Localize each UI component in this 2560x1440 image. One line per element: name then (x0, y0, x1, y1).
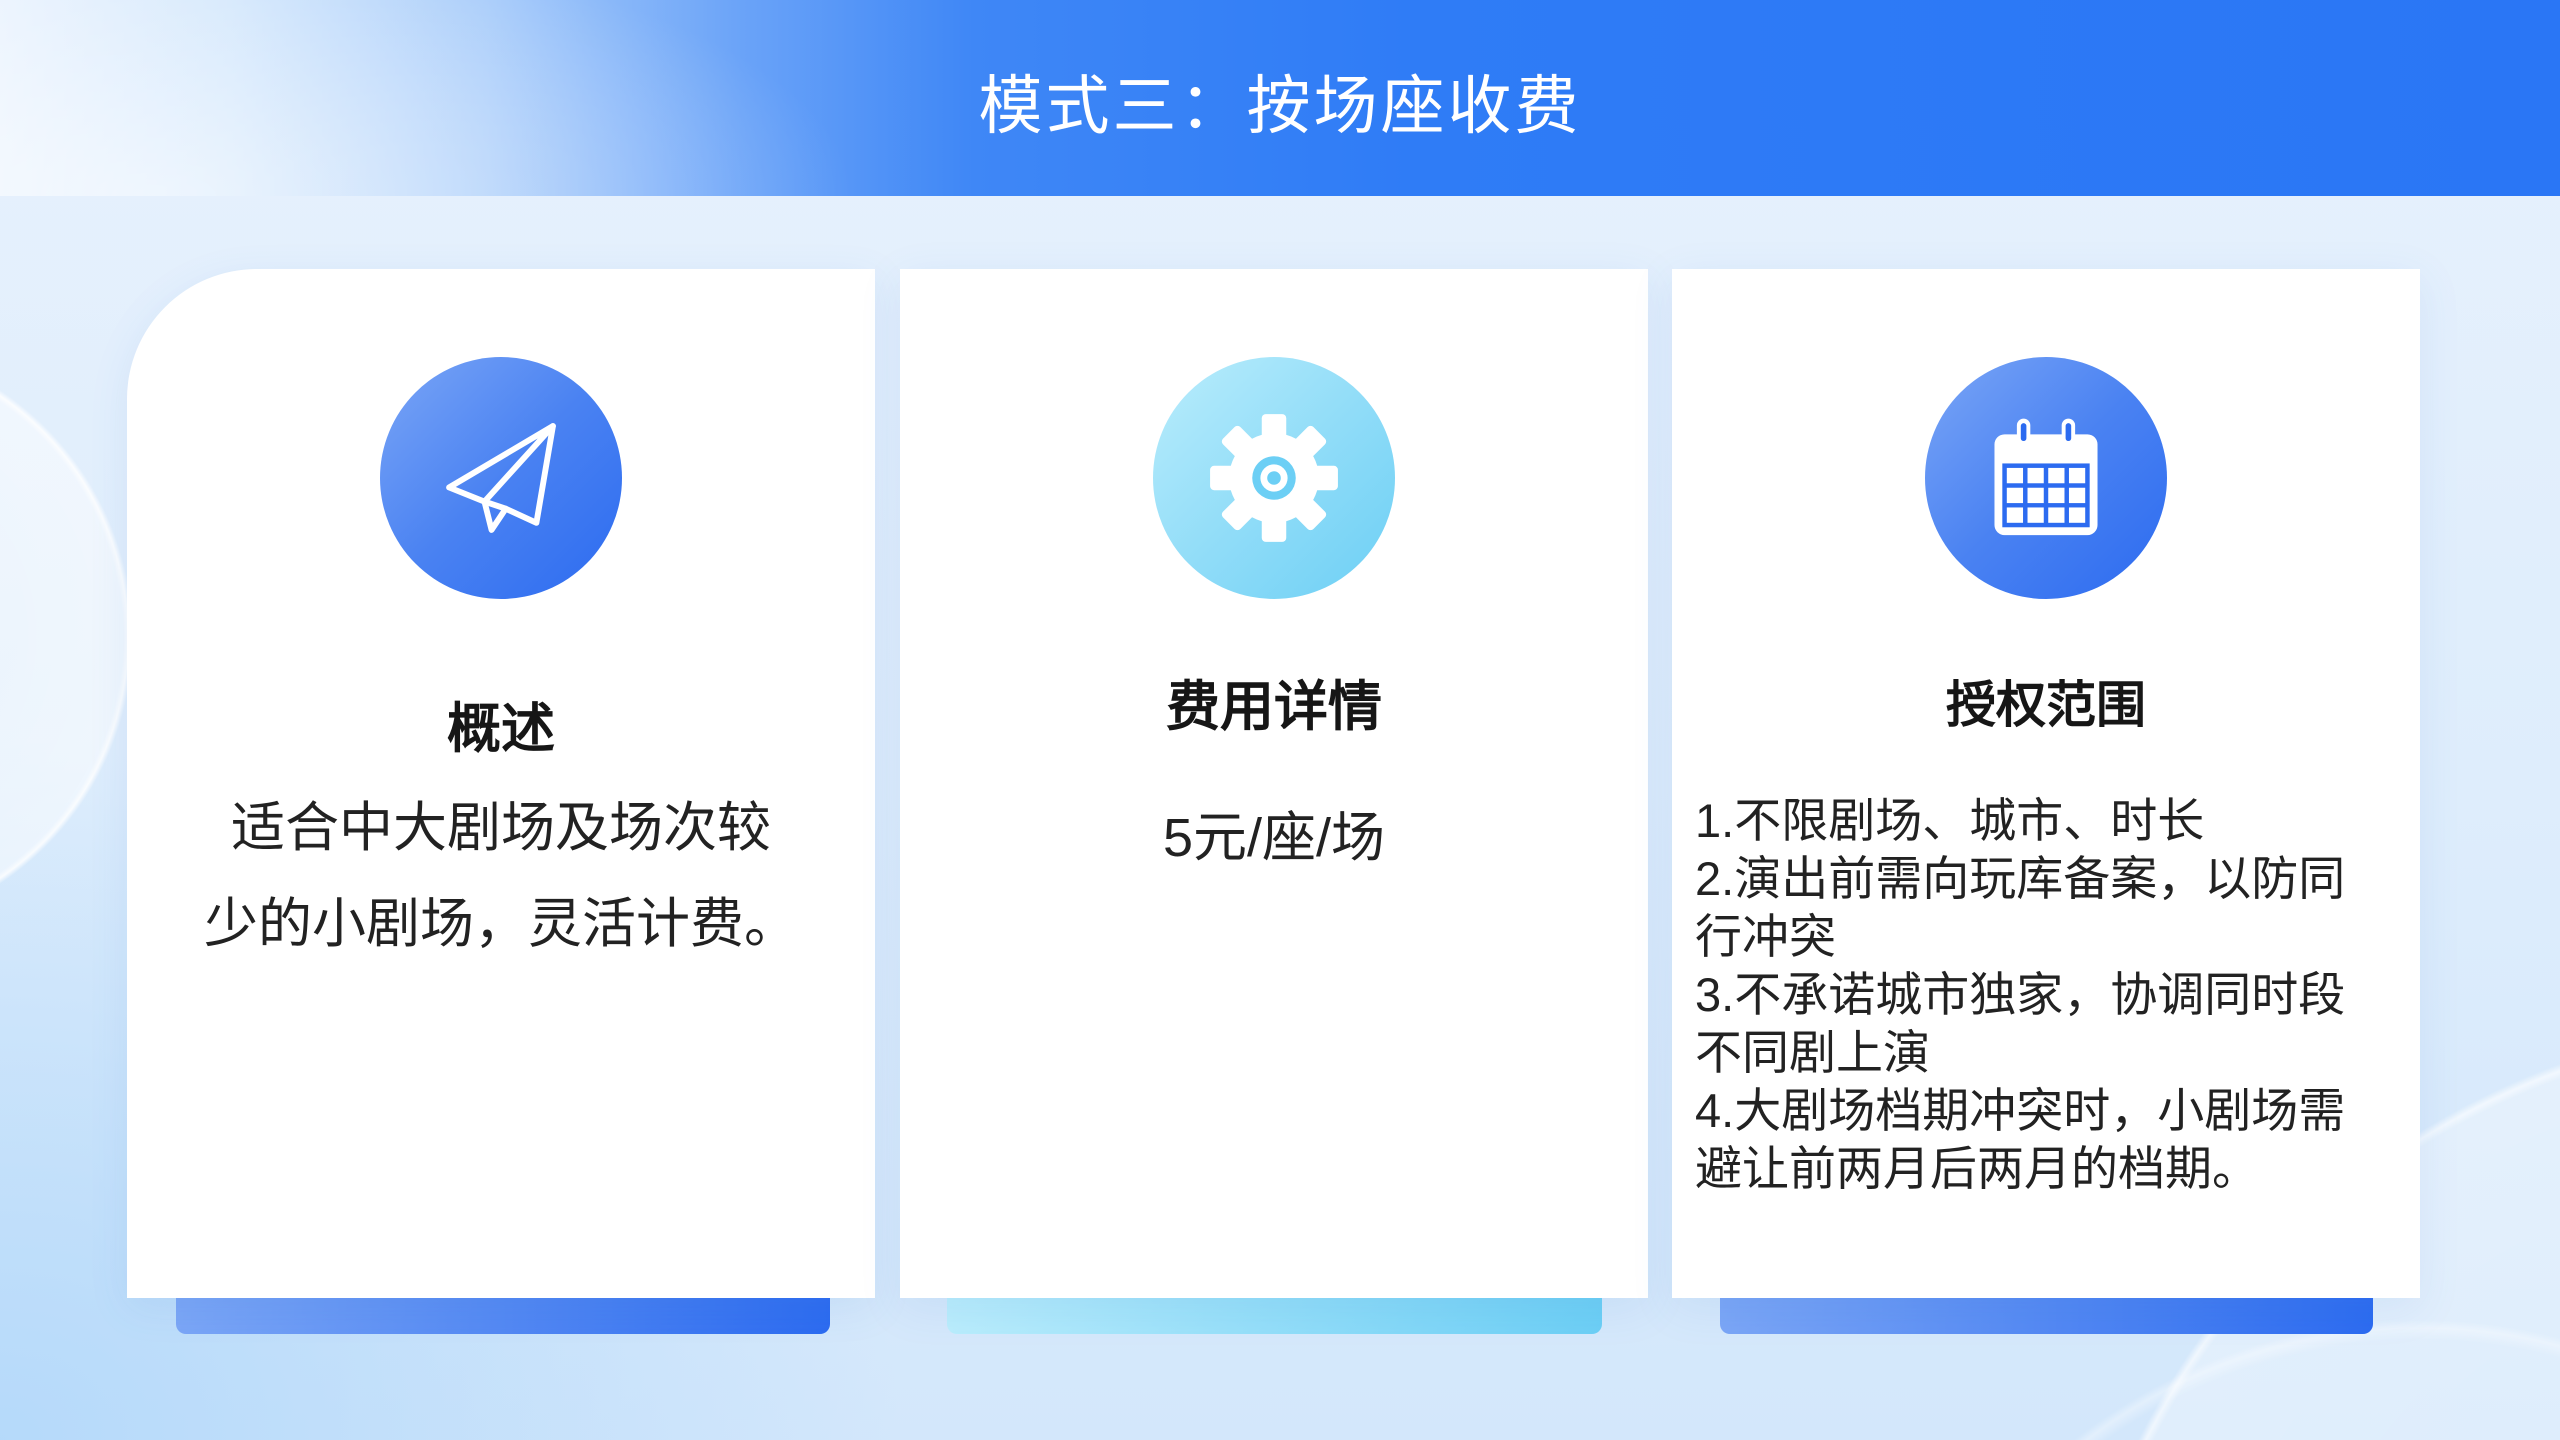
overview-icon-badge (380, 357, 622, 599)
list-item-line: 不同剧上演 (1695, 1026, 1930, 1079)
card-accent-bar (947, 1296, 1602, 1334)
list-item-line: 1.不限剧场、城市、时长 (1695, 794, 2205, 847)
header-banner: 模式三：按场座收费 (0, 0, 2560, 196)
overview-description-line: 少的小剧场，灵活计费。 (204, 894, 798, 954)
fee-value: 5元/座/场 (1162, 808, 1386, 868)
list-item-line: 2.演出前需向玩库备案，以防同 (1695, 852, 2346, 905)
fee-details-card: 费用详情 5元/座/场 (900, 269, 1648, 1298)
license-scope-list: 1.不限剧场、城市、时长 2.演出前需向玩库备案，以防同 行冲突 3.不承诺城市… (1695, 792, 2395, 1198)
overview-description-line: 适合中大剧场及场次较 (231, 798, 771, 858)
fee-details-title: 费用详情 (1166, 677, 1382, 737)
fee-icon-badge (1153, 357, 1395, 599)
overview-description: 适合中大剧场及场次较 少的小剧场，灵活计费。 (127, 780, 875, 972)
list-item-line: 4.大剧场档期冲突时，小剧场需 (1695, 1084, 2346, 1137)
list-item: 3.不承诺城市独家，协调同时段 不同剧上演 (1695, 966, 2395, 1082)
scope-icon-badge (1925, 357, 2167, 599)
card-accent-bar (1720, 1296, 2373, 1334)
list-item-line: 避让前两月后两月的档期。 (1695, 1142, 2259, 1195)
license-scope-card: 授权范围 1.不限剧场、城市、时长 2.演出前需向玩库备案，以防同 行冲突 3.… (1672, 269, 2420, 1298)
list-item-line: 行冲突 (1695, 910, 1836, 963)
card-accent-bar (176, 1296, 830, 1334)
overview-title: 概述 (447, 699, 555, 759)
overview-card: 概述 适合中大剧场及场次较 少的小剧场，灵活计费。 (127, 269, 875, 1298)
list-item: 4.大剧场档期冲突时，小剧场需 避让前两月后两月的档期。 (1695, 1082, 2395, 1198)
list-item: 1.不限剧场、城市、时长 (1695, 792, 2395, 850)
list-item-line: 3.不承诺城市独家，协调同时段 (1695, 968, 2346, 1021)
gear-icon (1210, 414, 1338, 542)
calendar-icon (1994, 418, 2098, 536)
page-title: 模式三：按场座收费 (978, 70, 1582, 142)
paper-plane-icon (446, 423, 556, 533)
slide: 模式三：按场座收费 概述 适合中大剧场及场次较 少的小剧场，灵活计费。 费用详情… (0, 0, 2560, 1440)
license-scope-title: 授权范围 (1946, 677, 2146, 733)
list-item: 2.演出前需向玩库备案，以防同 行冲突 (1695, 850, 2395, 966)
